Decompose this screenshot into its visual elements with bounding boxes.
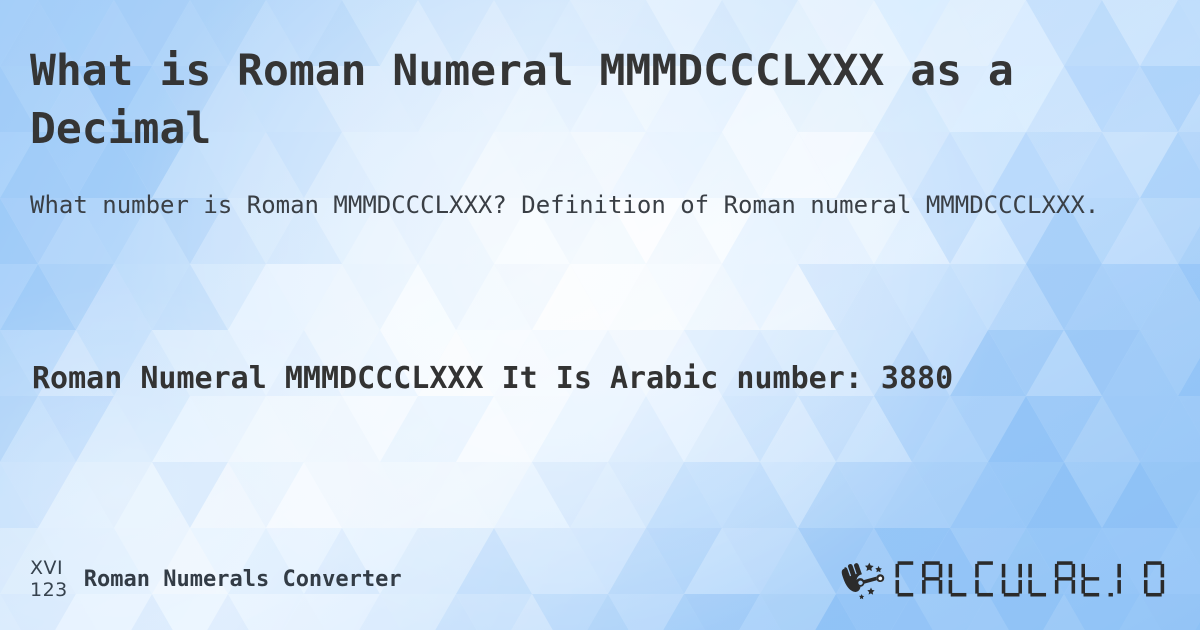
card-content: What is Roman Numeral MMMDCCCLXXX as a D… [0,0,1200,630]
logo-arabic-text: 123 [30,578,68,601]
magic-wand-hand-icon [837,558,893,600]
footer-site-title: Roman Numerals Converter [83,566,402,592]
page-title: What is Roman Numeral MMMDCCCLXXX as a D… [30,46,1014,154]
conversion-result: Roman Numeral MMMDCCCLXXX It Is Arabic n… [32,361,954,396]
brand-wordmark [895,559,1170,599]
card-footer: XVI 123 Roman Numerals Converter [0,550,1200,608]
page-subtitle: What number is Roman MMMDCCCLXXX? Defini… [30,191,1100,219]
social-share-card: What is Roman Numeral MMMDCCCLXXX as a D… [0,0,1200,630]
footer-left-group: XVI 123 Roman Numerals Converter [30,556,402,601]
calculatio-brand[interactable] [837,558,1170,600]
roman-numerals-logo: XVI 123 [30,556,68,601]
logo-roman-text: XVI [30,556,64,579]
